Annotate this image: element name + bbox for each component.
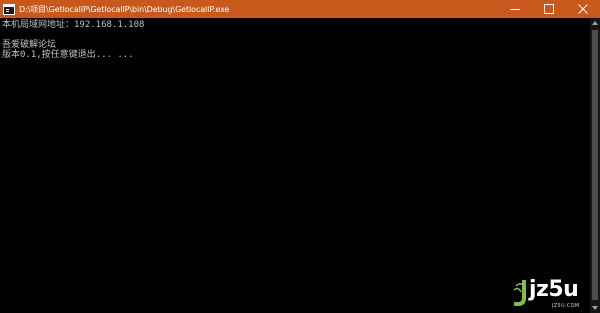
title-bar[interactable]: D:\项目\GetlocalIP\GetlocalIP\bin\Debug\Ge… [0,0,600,18]
maximize-icon [544,4,554,14]
maximize-button[interactable] [532,0,566,18]
watermark-j-logo-icon [513,280,526,306]
console-line-local-ip: 本机局域网地址：192.168.1.108 [2,20,145,30]
console-window: D:\项目\GetlocalIP\GetlocalIP\bin\Debug\Ge… [0,0,600,313]
minimize-button[interactable] [498,0,532,18]
scroll-up-button[interactable] [590,18,600,28]
window-title: D:\项目\GetlocalIP\GetlocalIP\bin\Debug\Ge… [19,4,230,14]
chevron-up-icon [592,21,598,25]
watermark-sub-text: JZ5U.COM [552,303,580,309]
window-controls [498,0,600,18]
scrollbar-thumb[interactable] [592,30,598,300]
close-button[interactable] [566,0,600,18]
console-app-icon[interactable] [3,3,15,15]
console-line-forum: 吾爱破解论坛 [2,40,57,50]
vertical-scrollbar[interactable] [590,18,600,313]
console-output[interactable]: 本机局域网地址：192.168.1.108 吾爱破解论坛 版本0.1,按任意键退… [0,18,590,313]
site-watermark: jz5u JZ5U.COM [512,276,596,310]
minimize-icon [510,9,520,10]
close-icon [578,4,588,14]
console-line-version: 版本0.1,按任意键退出... ... [2,50,134,60]
watermark-logo-text: jz5u [529,277,579,302]
